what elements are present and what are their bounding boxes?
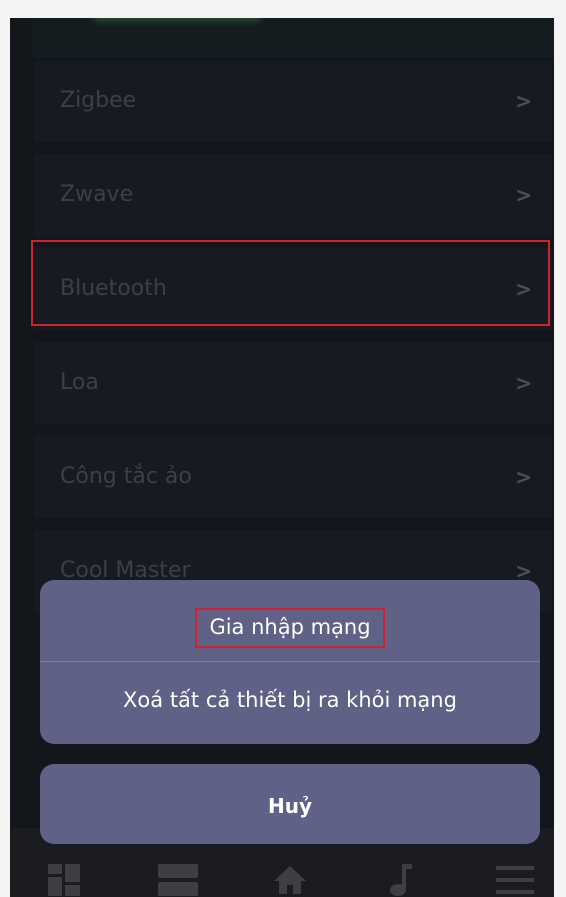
menu-item-label: Zwave [60, 182, 134, 207]
menu-item-label: Loa [60, 370, 99, 395]
menu-item-label: Công tắc ảo [60, 464, 192, 489]
action-sheet: Gia nhập mạng Xoá tất cả thiết bị ra khỏ… [40, 580, 540, 744]
cancel-button[interactable]: Huỷ [40, 764, 540, 844]
header-strip [32, 18, 554, 58]
music-icon[interactable] [390, 864, 412, 896]
chevron-right-icon: > [515, 183, 532, 207]
menu-item-zwave[interactable]: Zwave > [34, 154, 552, 236]
home-icon[interactable] [272, 864, 308, 896]
remove-all-devices-option[interactable]: Xoá tất cả thiết bị ra khỏi mạng [40, 662, 540, 744]
bluetooth-highlight [31, 240, 550, 326]
join-network-highlight [195, 608, 385, 648]
dashboard-icon[interactable] [48, 864, 80, 896]
chevron-right-icon: > [515, 371, 532, 395]
chevron-right-icon: > [515, 89, 532, 113]
menu-item-label: Zigbee [60, 88, 137, 113]
menu-item-virtual-switch[interactable]: Công tắc ảo > [34, 436, 552, 518]
menu-item-zigbee[interactable]: Zigbee > [34, 60, 552, 142]
app-screen: Zigbee > Zwave > Bluetooth > Loa > Công … [10, 18, 554, 897]
rooms-icon[interactable] [158, 864, 198, 896]
menu-item-loa[interactable]: Loa > [34, 342, 552, 424]
menu-icon[interactable] [496, 864, 534, 896]
chevron-right-icon: > [515, 465, 532, 489]
